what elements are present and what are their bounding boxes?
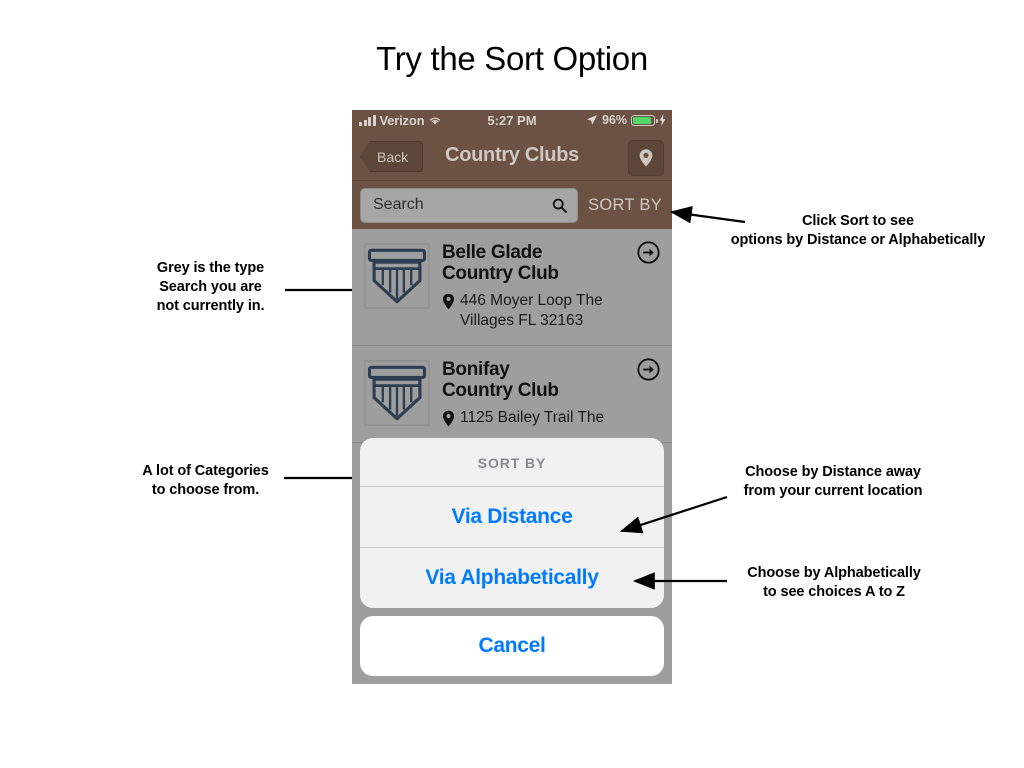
circle-arrow-right-icon[interactable] bbox=[637, 358, 660, 381]
annotation-via-alphabetically: Choose by Alphabetically to see choices … bbox=[723, 564, 945, 602]
nav-title: Country Clubs bbox=[445, 144, 579, 166]
annotation-line: A lot of Categories bbox=[142, 463, 269, 479]
annotation-via-distance: Choose by Distance away from your curren… bbox=[718, 463, 948, 501]
annotation-click-sort: Click Sort to see options by Distance or… bbox=[693, 212, 1023, 250]
club-name-line2: Country Club bbox=[442, 263, 559, 284]
club-name-line1: Belle Glade bbox=[442, 242, 543, 263]
country-club-crest-icon bbox=[364, 243, 430, 309]
table-row[interactable]: Bonifay Country Club 1125 Bailey Trail T… bbox=[352, 346, 672, 443]
annotation-categories: A lot of Categories to choose from. bbox=[118, 462, 293, 500]
club-name: Bonifay Country Club bbox=[442, 359, 660, 401]
club-address-text: 1125 Bailey Trail The bbox=[460, 408, 604, 428]
club-address: 446 Moyer Loop The Villages FL 32163 bbox=[442, 291, 660, 331]
sort-action-sheet: SORT BY Via Distance Via Alphabetically … bbox=[360, 438, 664, 676]
annotation-line: Click Sort to see bbox=[802, 213, 914, 229]
location-arrow-icon bbox=[586, 115, 597, 125]
lightning-bolt-icon bbox=[659, 114, 666, 126]
annotation-line: Search you are bbox=[159, 279, 262, 295]
sort-option-via-distance[interactable]: Via Distance bbox=[360, 487, 664, 548]
club-name-line1: Bonifay bbox=[442, 359, 510, 380]
map-pin-icon bbox=[442, 410, 455, 427]
map-pin-icon bbox=[442, 293, 455, 310]
search-input[interactable] bbox=[371, 195, 552, 215]
page-title: Try the Sort Option bbox=[376, 40, 648, 77]
action-sheet-title: SORT BY bbox=[360, 438, 664, 487]
battery-icon bbox=[631, 114, 658, 126]
club-name-line2: Country Club bbox=[442, 380, 559, 401]
club-address-text: 446 Moyer Loop The Villages FL 32163 bbox=[460, 291, 603, 331]
club-address-line1: 1125 Bailey Trail The bbox=[460, 409, 605, 426]
annotation-line: to see choices A to Z bbox=[763, 584, 905, 600]
map-view-button[interactable] bbox=[628, 140, 664, 176]
sort-option-via-alphabetically[interactable]: Via Alphabetically bbox=[360, 548, 664, 608]
search-icon[interactable] bbox=[552, 197, 567, 214]
cancel-button[interactable]: Cancel bbox=[360, 616, 664, 676]
battery-percent-label: 96% bbox=[601, 113, 627, 127]
table-row-body: Bonifay Country Club 1125 Bailey Trail T… bbox=[442, 358, 660, 428]
annotation-line: Choose by Distance away bbox=[745, 464, 921, 480]
club-address-line1: 446 Moyer Loop The bbox=[460, 292, 603, 309]
sort-by-button[interactable]: SORT BY bbox=[588, 196, 662, 215]
circle-arrow-right-icon[interactable] bbox=[637, 241, 660, 264]
search-bar: SORT BY bbox=[352, 181, 672, 229]
annotation-line: Choose by Alphabetically bbox=[747, 565, 921, 581]
annotation-line: from your current location bbox=[743, 483, 923, 499]
club-name: Belle Glade Country Club bbox=[442, 242, 660, 284]
phone-screen: Verizon 5:27 PM 96% Back Country Clubs S… bbox=[352, 110, 672, 684]
annotation-line: Grey is the type bbox=[156, 260, 265, 276]
annotation-line: options by Distance or Alphabetically bbox=[730, 232, 986, 248]
country-club-crest-icon bbox=[364, 360, 430, 426]
club-address: 1125 Bailey Trail The bbox=[442, 408, 660, 428]
table-row-body: Belle Glade Country Club 446 Moyer Loop … bbox=[442, 241, 660, 331]
status-bar-right: 96% bbox=[586, 113, 666, 127]
club-address-line2: Villages FL 32163 bbox=[460, 312, 584, 329]
annotation-line: to choose from. bbox=[151, 482, 260, 498]
table-row[interactable]: Belle Glade Country Club 446 Moyer Loop … bbox=[352, 229, 672, 346]
sort-action-sheet-group: SORT BY Via Distance Via Alphabetically bbox=[360, 438, 664, 608]
map-pin-icon bbox=[639, 149, 653, 167]
search-field[interactable] bbox=[360, 187, 579, 223]
navigation-bar: Back Country Clubs bbox=[352, 134, 672, 181]
annotation-line: not currently in. bbox=[156, 298, 265, 314]
status-bar: Verizon 5:27 PM 96% bbox=[352, 110, 672, 134]
annotation-search-grey: Grey is the type Search you are not curr… bbox=[128, 259, 293, 316]
